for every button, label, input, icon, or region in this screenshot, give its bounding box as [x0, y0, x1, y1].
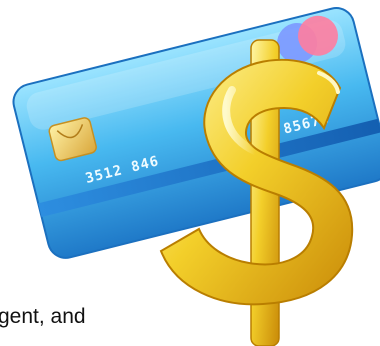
credit-card-dollar-illustration: 3512 846 85678	[12, 7, 380, 346]
caption-text: gent, and	[0, 305, 86, 328]
illustration-canvas: 3512 846 85678 gent, and	[0, 0, 380, 346]
